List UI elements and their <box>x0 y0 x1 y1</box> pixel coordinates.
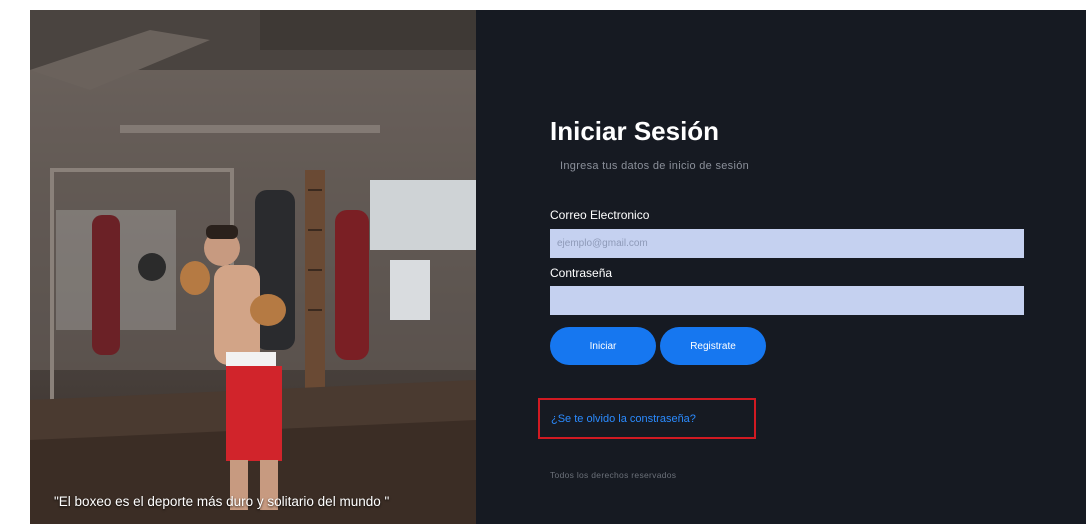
email-field[interactable] <box>550 229 1024 258</box>
login-window: "El boxeo es el deporte más duro y solit… <box>30 10 1086 524</box>
page: "El boxeo es el deporte más duro y solit… <box>0 0 1086 524</box>
password-label: Contraseña <box>550 266 613 280</box>
forgot-password-link[interactable]: ¿Se te olvido la constraseña? <box>551 413 696 425</box>
email-label: Correo Electronico <box>550 208 650 222</box>
password-field[interactable] <box>550 286 1024 315</box>
footer-copyright: Todos los derechos reservados <box>550 470 677 480</box>
register-button[interactable]: Registrate <box>660 327 766 365</box>
forgot-password-highlight: ¿Se te olvido la constraseña? <box>538 398 756 439</box>
login-button[interactable]: Iniciar <box>550 327 656 365</box>
login-form: Iniciar Sesión Ingresa tus datos de inic… <box>538 10 1030 524</box>
hero-quote: "El boxeo es el deporte más duro y solit… <box>54 494 390 509</box>
hero-photo-boxer-gym: "El boxeo es el deporte más duro y solit… <box>30 10 476 524</box>
page-title: Iniciar Sesión <box>550 116 720 146</box>
gym-illustration <box>30 10 476 524</box>
page-subtitle: Ingresa tus datos de inicio de sesión <box>560 160 750 172</box>
